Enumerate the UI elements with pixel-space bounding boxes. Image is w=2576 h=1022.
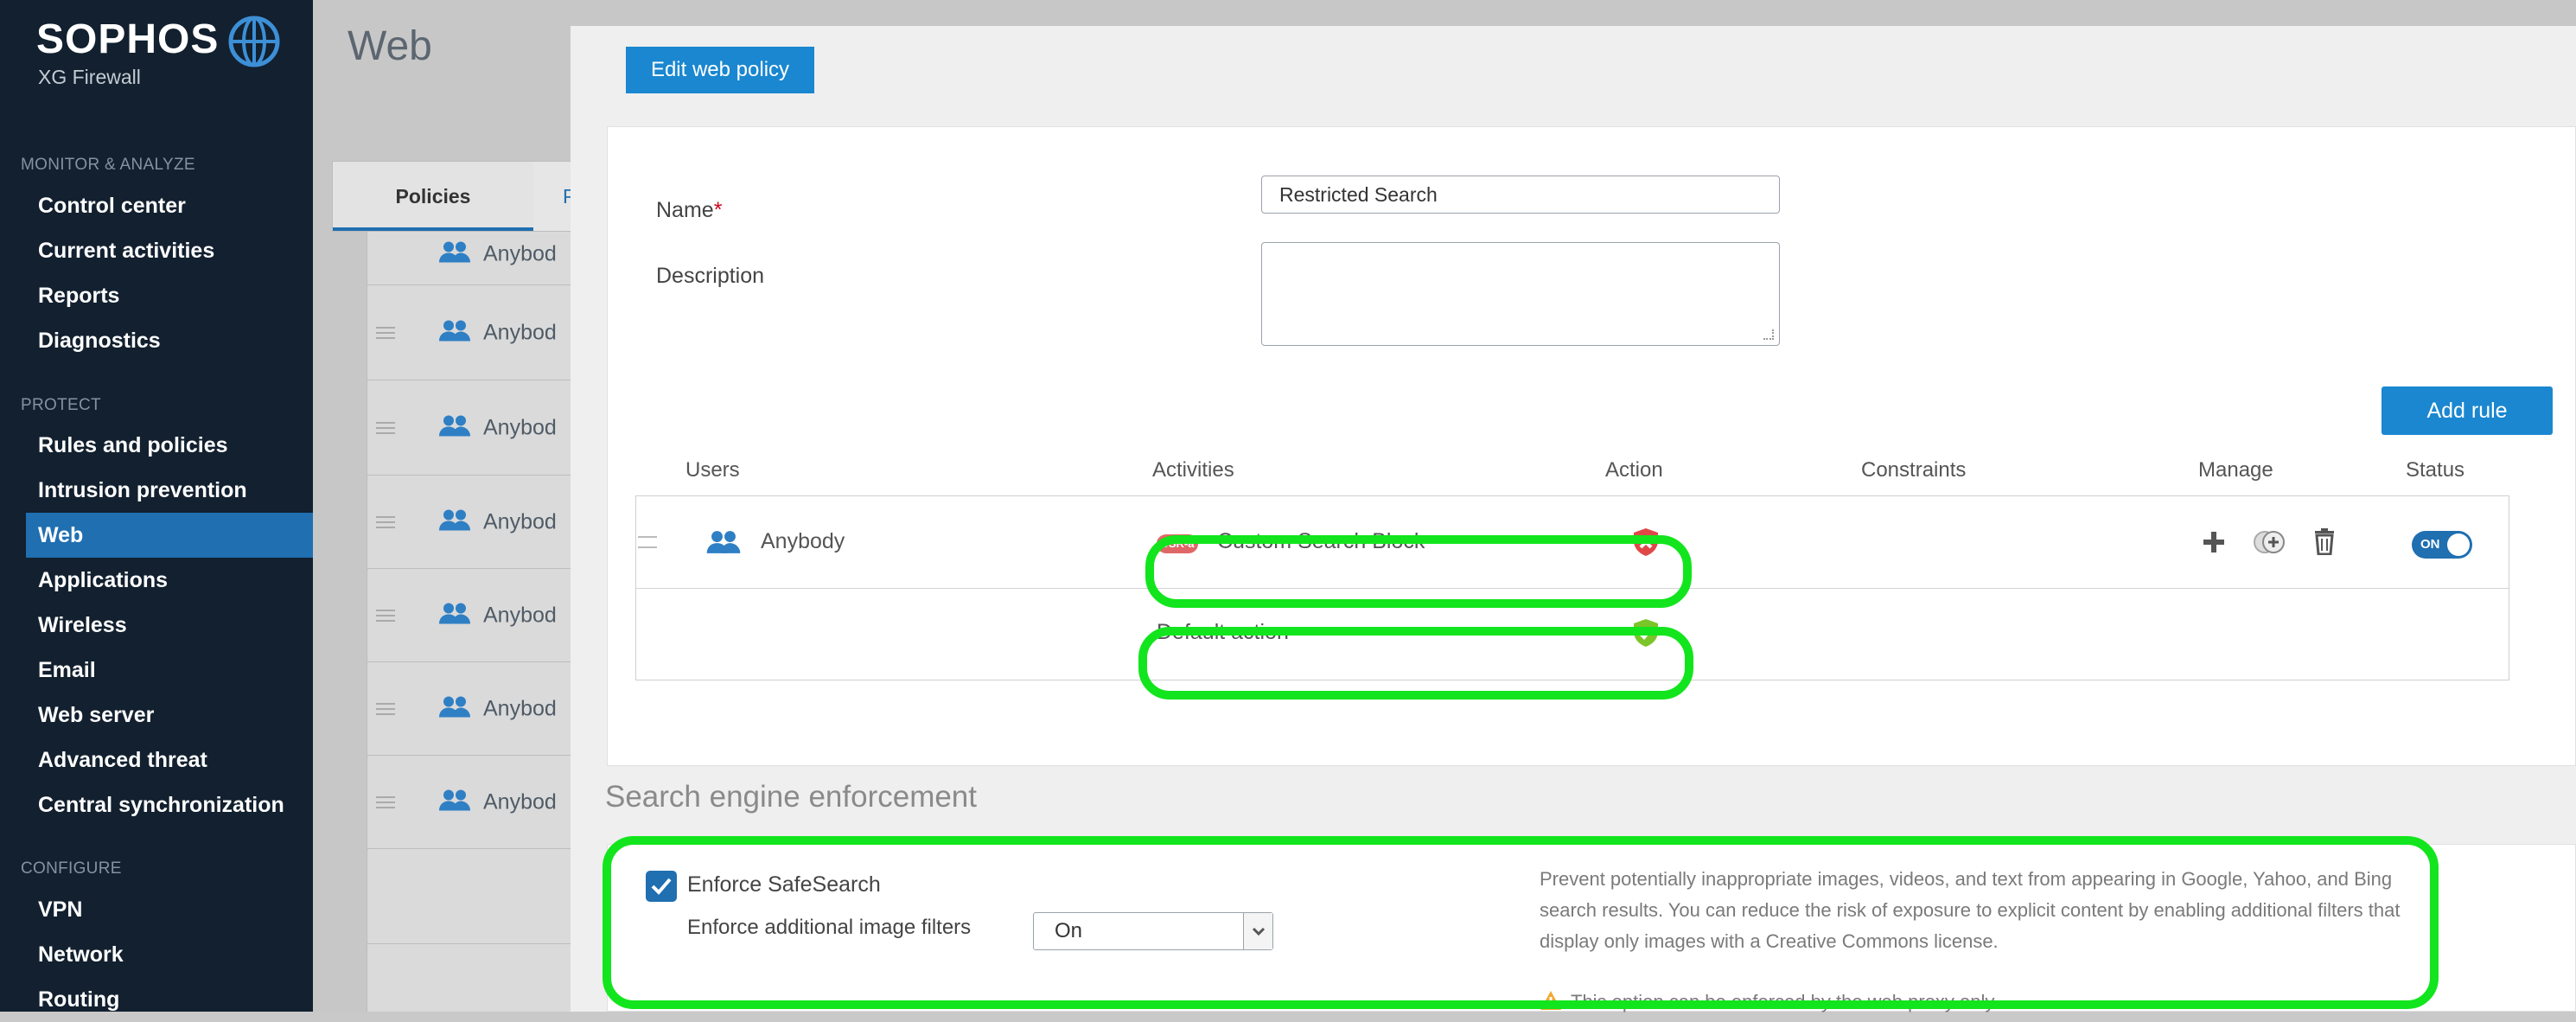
globe-logo-icon (228, 16, 280, 67)
column-header-manage: Manage (2198, 458, 2273, 482)
description-label: Description (656, 264, 765, 288)
nav-network[interactable]: Network (0, 932, 313, 977)
drag-handle-icon[interactable] (376, 421, 395, 434)
rule-user: Anybody (761, 529, 845, 553)
edit-web-policy-dialog: Edit web policy Name* Restricted Search … (571, 26, 2576, 1012)
drag-handle-icon[interactable] (638, 536, 657, 548)
nav-section-protect: PROTECT (21, 396, 101, 414)
nav-wireless[interactable]: Wireless (0, 603, 313, 648)
list-item-label: Anybod (483, 509, 557, 533)
search-engine-panel: Enforce SafeSearch Enforce additional im… (603, 836, 2576, 1012)
column-header-activities: Activities (1152, 458, 1234, 482)
brand-name: SOPHOS (36, 16, 220, 62)
name-input[interactable]: Restricted Search (1261, 176, 1780, 214)
nav-applications[interactable]: Applications (0, 558, 313, 603)
tab-policies[interactable]: Policies (333, 162, 533, 231)
product-name: XG Firewall (38, 66, 141, 88)
list-item-label: Anybod (483, 603, 557, 627)
search-engine-section-title: Search engine enforcement (605, 780, 977, 814)
clone-icon[interactable] (2253, 529, 2287, 559)
nav-section-configure: CONFIGURE (21, 859, 122, 878)
required-marker: * (713, 198, 723, 222)
drag-handle-icon[interactable] (376, 609, 395, 622)
nav-rules-and-policies[interactable]: Rules and policies (0, 423, 313, 468)
users-icon (438, 318, 471, 347)
nav-vpn[interactable]: VPN (0, 887, 313, 932)
nav-reports[interactable]: Reports (0, 273, 313, 318)
name-label: Name* (656, 198, 723, 222)
nav-routing[interactable]: Routing (0, 977, 313, 1022)
drag-handle-icon[interactable] (376, 795, 395, 808)
add-rule-button[interactable]: Add rule (2382, 386, 2553, 435)
column-header-status: Status (2406, 458, 2465, 482)
policy-panel: Name* Restricted Search Description Add … (607, 126, 2576, 766)
users-icon (438, 601, 471, 629)
list-item-label: Anybod (483, 789, 557, 814)
users-icon (438, 413, 471, 442)
column-header-action: Action (1605, 458, 1663, 482)
users-icon (438, 788, 471, 816)
list-item-label: Anybod (483, 320, 557, 344)
nav-diagnostics[interactable]: Diagnostics (0, 318, 313, 363)
nav-web-server[interactable]: Web server (0, 693, 313, 738)
nav-section-monitor: MONITOR & ANALYZE (21, 156, 195, 174)
highlight-custom-search-block (1145, 535, 1692, 608)
drag-handle-icon[interactable] (376, 702, 395, 715)
nav-web[interactable]: Web (26, 513, 313, 558)
column-header-constraints: Constraints (1861, 458, 1967, 482)
nav-central-synchronization[interactable]: Central synchronization (0, 782, 313, 827)
nav-current-activities[interactable]: Current activities (0, 228, 313, 273)
users-icon (705, 529, 742, 559)
edit-web-policy-title: Edit web policy (626, 47, 814, 93)
nav-advanced-threat[interactable]: Advanced threat (0, 738, 313, 782)
delete-icon[interactable] (2313, 527, 2336, 559)
sidebar: SOPHOS XG Firewall MONITOR & ANALYZE Con… (0, 0, 313, 1012)
users-icon (438, 694, 471, 723)
list-item-label: Anybod (483, 415, 557, 439)
drag-handle-icon[interactable] (376, 515, 395, 528)
users-icon (438, 508, 471, 536)
nav-intrusion-prevention[interactable]: Intrusion prevention (0, 468, 313, 513)
users-icon (438, 240, 471, 268)
column-header-users: Users (685, 458, 740, 482)
add-icon[interactable] (2201, 529, 2227, 559)
status-toggle[interactable]: ON (2412, 531, 2472, 559)
description-textarea[interactable] (1261, 242, 1780, 346)
nav-control-center[interactable]: Control center (0, 183, 313, 228)
list-item-label: Anybod (483, 241, 557, 265)
drag-handle-icon[interactable] (376, 326, 395, 339)
nav-email[interactable]: Email (0, 648, 313, 693)
highlight-default-action (1138, 627, 1693, 699)
highlight-safesearch (603, 836, 2439, 1009)
toggle-knob (2447, 533, 2470, 556)
status-toggle-label: ON (2420, 537, 2440, 552)
list-item-label: Anybod (483, 696, 557, 720)
page-title: Web (348, 23, 432, 69)
